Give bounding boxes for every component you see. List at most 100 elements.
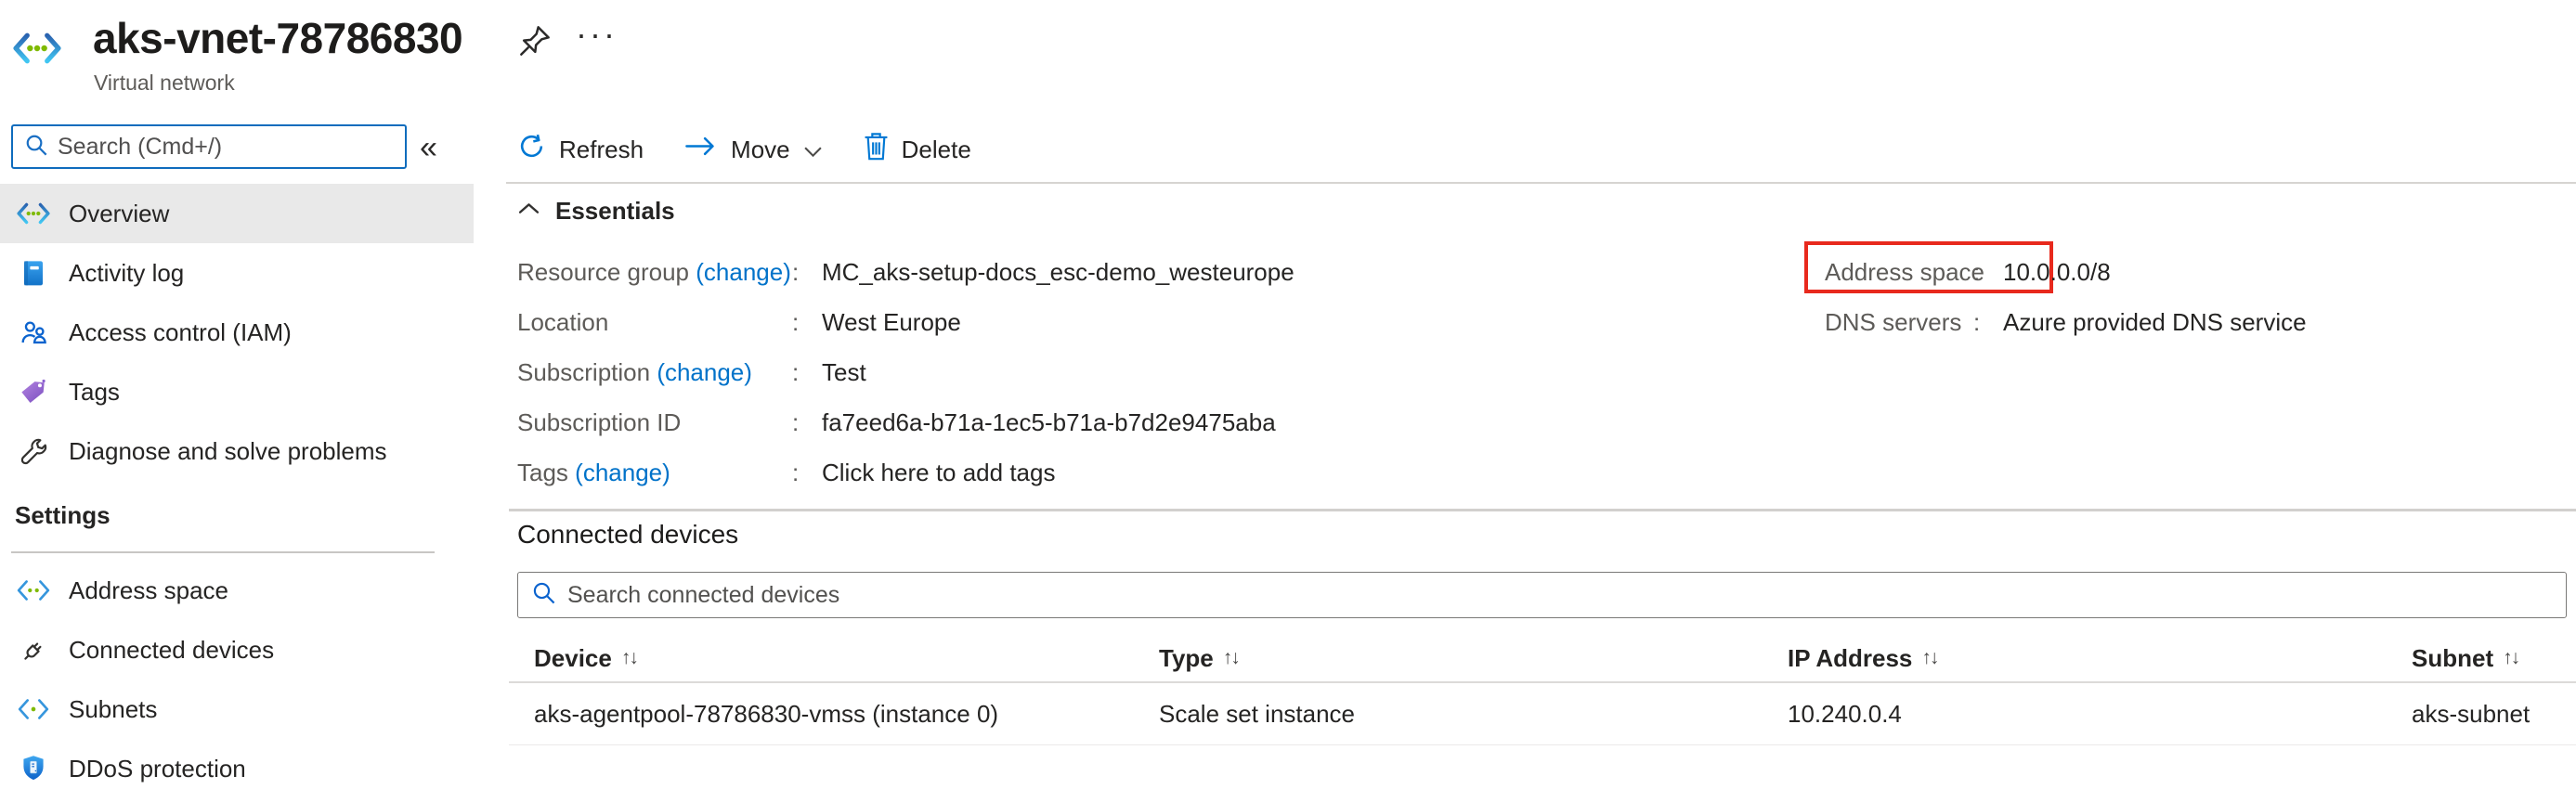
separator: : (792, 358, 811, 387)
toolbar: Refresh Move (517, 121, 971, 178)
activity-log-icon (15, 258, 52, 288)
sidebar-search-input[interactable] (58, 134, 405, 161)
separator: : (1973, 308, 1992, 337)
sidebar-item-connected-devices[interactable]: Connected devices (0, 620, 474, 679)
arrow-right-icon (684, 134, 718, 165)
column-header-subnet[interactable]: Subnet↑↓ (2412, 644, 2567, 673)
tags-change-link[interactable]: (change) (575, 459, 670, 486)
separator: : (1973, 258, 1992, 287)
essentials-row-location: Location : West Europe (517, 297, 1295, 347)
column-header-ip-address[interactable]: IP Address↑↓ (1788, 644, 2412, 673)
sidebar-item-label: Activity log (69, 259, 184, 288)
subscription-id-label: Subscription ID (517, 408, 792, 437)
essentials-row-address-space: Address space : 10.0.0.0/8 (1825, 247, 2307, 297)
connected-devices-search[interactable] (517, 572, 2567, 618)
sidebar-item-label: Overview (69, 200, 169, 228)
sidebar-item-label: Access control (IAM) (69, 318, 292, 347)
tags-label: Tags (517, 459, 568, 486)
subscription-label: Subscription (517, 358, 650, 386)
add-tags-link[interactable]: Click here to add tags (822, 459, 1055, 487)
trash-icon (864, 132, 889, 167)
sidebar-section-settings: Settings (15, 501, 111, 530)
wrench-icon (15, 436, 52, 467)
resource-group-change-link[interactable]: (change) (696, 258, 791, 286)
collapse-sidebar-icon[interactable]: « (420, 130, 437, 166)
vnet-icon (15, 202, 52, 225)
refresh-icon (517, 132, 546, 167)
sort-icon: ↑↓ (2503, 647, 2518, 669)
connected-devices-search-input[interactable] (567, 582, 2566, 609)
essentials-row-dns-servers: DNS servers : Azure provided DNS service (1825, 297, 2307, 347)
move-label: Move (731, 136, 790, 164)
delete-button[interactable]: Delete (864, 132, 971, 167)
sidebar-item-label: Tags (69, 378, 120, 407)
sidebar-item-subnets[interactable]: Subnets (0, 679, 474, 739)
table-row-divider (509, 744, 2576, 745)
sidebar-item-label: Subnets (69, 695, 157, 724)
sidebar-item-access-control[interactable]: Access control (IAM) (0, 303, 474, 362)
dns-servers-label: DNS servers (1825, 308, 1973, 337)
tag-icon (15, 377, 52, 407)
chevron-down-icon (803, 136, 823, 164)
refresh-label: Refresh (559, 136, 644, 164)
azure-portal-page: aks-vnet-78786830 Virtual network ··· « (0, 0, 2576, 789)
device-type: Scale set instance (1159, 700, 1788, 729)
sidebar-item-label: DDoS protection (69, 755, 246, 783)
essentials-divider (509, 509, 2576, 511)
main-content: Refresh Move (501, 0, 2576, 789)
separator: : (792, 258, 811, 287)
shield-icon (15, 754, 52, 783)
separator: : (792, 308, 811, 337)
sidebar-settings-nav: Address space Connected devices (0, 561, 474, 789)
essentials-title: Essentials (555, 197, 675, 226)
subscription-change-link[interactable]: (change) (657, 358, 752, 386)
column-header-type[interactable]: Type↑↓ (1159, 644, 1788, 673)
essentials-right-column: Address space : 10.0.0.0/8 DNS servers :… (1825, 247, 2307, 347)
refresh-button[interactable]: Refresh (517, 132, 644, 167)
plug-icon (15, 635, 52, 666)
resource-group-label: Resource group (517, 258, 689, 286)
column-header-device[interactable]: Device↑↓ (534, 644, 1159, 673)
sidebar-search[interactable] (11, 124, 407, 169)
sidebar-item-overview[interactable]: Overview (0, 184, 474, 243)
sort-icon: ↑↓ (1223, 647, 1239, 669)
sidebar-item-activity-log[interactable]: Activity log (0, 243, 474, 303)
essentials-left-column: Resource group (change) : MC_aks-setup-d… (517, 247, 1295, 498)
search-icon (24, 133, 48, 162)
essentials-row-subscription: Subscription (change) : Test (517, 347, 1295, 397)
sidebar-item-address-space[interactable]: Address space (0, 561, 474, 620)
resource-group-value-link[interactable]: MC_aks-setup-docs_esc-demo_westeurope (822, 258, 1295, 287)
sidebar-nav: Overview Activity log (0, 184, 474, 481)
sidebar-item-tags[interactable]: Tags (0, 362, 474, 421)
location-value: West Europe (822, 308, 961, 337)
address-space-value: 10.0.0.0/8 (2003, 258, 2111, 287)
essentials-header[interactable]: Essentials (517, 193, 675, 228)
toolbar-divider (506, 182, 2576, 184)
location-label: Location (517, 308, 792, 337)
essentials-row-tags: Tags (change) : Click here to add tags (517, 447, 1295, 498)
table-row: aks-agentpool-78786830-vmss (instance 0)… (517, 683, 2567, 744)
access-control-icon (15, 317, 52, 348)
sidebar-item-label: Address space (69, 576, 228, 605)
sidebar-item-diagnose[interactable]: Diagnose and solve problems (0, 421, 474, 481)
sidebar-item-label: Diagnose and solve problems (69, 437, 387, 466)
sidebar-item-label: Connected devices (69, 636, 274, 665)
search-icon (531, 580, 556, 610)
dns-servers-value: Azure provided DNS service (2003, 308, 2307, 337)
essentials-row-subscription-id: Subscription ID : fa7eed6a-b71a-1ec5-b71… (517, 397, 1295, 447)
connected-devices-table-header: Device↑↓ Type↑↓ IP Address↑↓ Subnet↑↓ (517, 635, 2567, 681)
subnet-icon (15, 698, 52, 720)
sort-icon: ↑↓ (1921, 647, 1937, 669)
separator: : (792, 459, 811, 487)
chevron-up-icon (517, 201, 540, 220)
essentials-row-resource-group: Resource group (change) : MC_aks-setup-d… (517, 247, 1295, 297)
move-button[interactable]: Move (684, 134, 823, 165)
device-subnet: aks-subnet (2412, 700, 2567, 729)
subscription-value-link[interactable]: Test (822, 358, 866, 387)
device-link[interactable]: aks-agentpool-78786830-vmss (instance 0) (534, 700, 1159, 729)
device-ip: 10.240.0.4 (1788, 700, 2412, 729)
address-space-label: Address space (1825, 258, 1973, 287)
sidebar-item-ddos-protection[interactable]: DDoS protection (0, 739, 474, 789)
connected-devices-title: Connected devices (517, 520, 738, 550)
section-divider (11, 551, 435, 553)
